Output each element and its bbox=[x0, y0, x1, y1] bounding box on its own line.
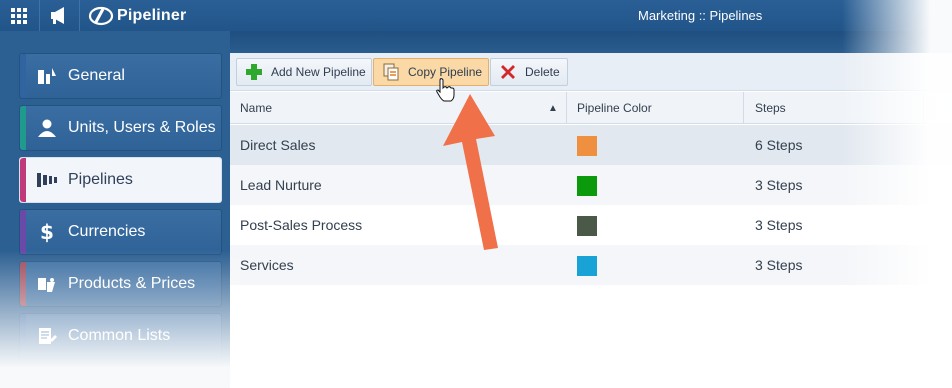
pipeline-color-swatch bbox=[577, 176, 597, 196]
delete-label: Delete bbox=[525, 65, 560, 79]
breadcrumb: Marketing :: Pipelines bbox=[638, 8, 763, 23]
delete-button[interactable]: Delete bbox=[490, 58, 568, 86]
copy-pipeline-label: Copy Pipeline bbox=[408, 65, 483, 79]
column-header-steps[interactable]: Steps bbox=[755, 92, 786, 124]
copy-document-icon bbox=[383, 63, 399, 81]
pipeline-steps: 3 Steps bbox=[755, 257, 803, 273]
building-chart-icon bbox=[36, 65, 58, 87]
sidebar-item-label: Products & Prices bbox=[68, 275, 196, 292]
sidebar-item-label: Common Lists bbox=[68, 327, 171, 344]
pipeline-name: Direct Sales bbox=[240, 137, 316, 153]
pipeline-color-swatch bbox=[577, 216, 597, 236]
column-header-pipeline-color[interactable]: Pipeline Color bbox=[577, 92, 652, 124]
pipeline-steps: 3 Steps bbox=[755, 177, 803, 193]
pipeline-name: Services bbox=[240, 257, 294, 273]
sidebar-item-label: Currencies bbox=[68, 223, 146, 240]
table-header: Name ▲ Pipeline Color Steps bbox=[230, 92, 952, 124]
toolbar: Add New Pipeline Copy Pipeline Delete bbox=[230, 53, 952, 91]
sidebar-item-label: General bbox=[68, 67, 125, 84]
user-icon bbox=[36, 117, 58, 139]
sidebar-item-units-users-roles[interactable]: Units, Users & Roles bbox=[19, 105, 222, 151]
pipeline-color-swatch bbox=[577, 136, 597, 156]
table-row[interactable]: Post-Sales Process 3 Steps bbox=[230, 205, 952, 245]
sidebar-item-general[interactable]: General bbox=[19, 53, 222, 99]
column-header-name[interactable]: Name bbox=[240, 92, 272, 124]
pipeline-funnel-icon bbox=[36, 169, 58, 191]
sidebar-item-common-lists[interactable]: Common Lists bbox=[19, 313, 222, 359]
app-grid-icon[interactable] bbox=[0, 0, 38, 31]
product-tag-icon bbox=[36, 273, 58, 295]
megaphone-icon[interactable] bbox=[40, 0, 78, 31]
sort-ascending-icon[interactable]: ▲ bbox=[548, 92, 558, 124]
table-row[interactable]: Lead Nurture 3 Steps bbox=[230, 165, 952, 205]
pipeline-color-swatch bbox=[577, 256, 597, 276]
add-pipeline-button[interactable]: Add New Pipeline bbox=[236, 58, 372, 86]
table-row[interactable]: Services 3 Steps bbox=[230, 245, 952, 285]
sidebar-item-label: Pipelines bbox=[68, 171, 133, 188]
app-name: Pipeliner bbox=[117, 7, 187, 24]
sidebar-item-products-prices[interactable]: Products & Prices bbox=[19, 261, 222, 307]
plus-icon bbox=[246, 64, 262, 80]
pipeline-name: Post-Sales Process bbox=[240, 217, 363, 233]
sidebar-item-label: Units, Users & Roles bbox=[68, 119, 216, 136]
sidebar-item-pipelines[interactable]: Pipelines bbox=[19, 157, 222, 203]
pipelines-panel: Add New Pipeline Copy Pipeline Delete Na… bbox=[230, 53, 952, 388]
pipeline-steps: 3 Steps bbox=[755, 217, 803, 233]
settings-sidebar: General Units, Users & Roles Pipelines $… bbox=[0, 31, 230, 388]
table-row[interactable]: Direct Sales 6 Steps bbox=[230, 125, 952, 165]
add-pipeline-label: Add New Pipeline bbox=[271, 65, 366, 79]
list-edit-icon bbox=[36, 325, 58, 347]
pipeline-steps: 6 Steps bbox=[755, 137, 803, 153]
sidebar-item-currencies[interactable]: $ Currencies bbox=[19, 209, 222, 255]
pipeliner-logo-icon bbox=[88, 6, 114, 26]
dollar-icon: $ bbox=[40, 220, 54, 244]
delete-x-icon bbox=[501, 65, 515, 79]
top-bar: Pipeliner Marketing :: Pipelines bbox=[0, 0, 952, 31]
copy-pipeline-button[interactable]: Copy Pipeline bbox=[373, 58, 489, 86]
pipeline-name: Lead Nurture bbox=[240, 177, 322, 193]
app-logo[interactable]: Pipeliner bbox=[88, 5, 186, 27]
